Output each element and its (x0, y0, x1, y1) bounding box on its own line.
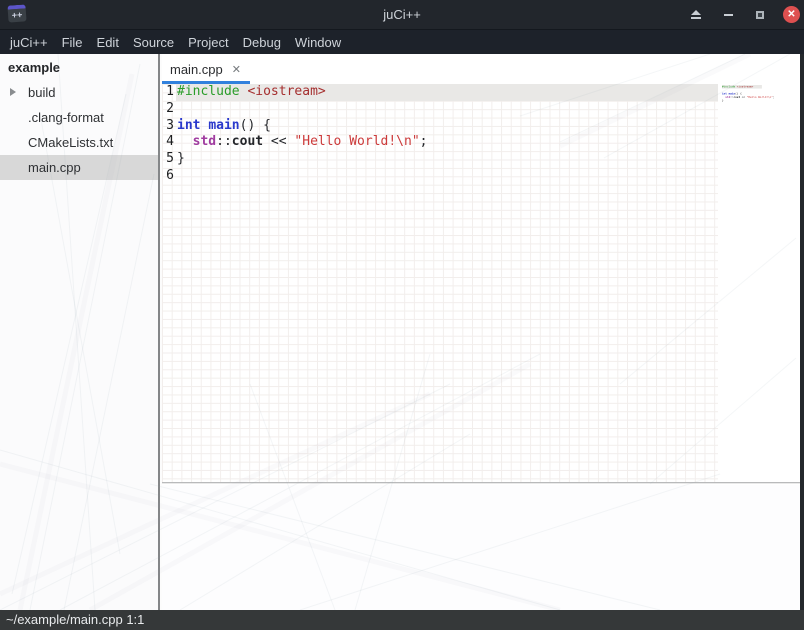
menubar: juCi++FileEditSourceProjectDebugWindow (0, 29, 804, 54)
line-number: 5 (162, 151, 174, 168)
file-tree-panel: example build .clang-format CMakeLists.txt… (0, 54, 160, 610)
code-line-1[interactable]: 1#include <iostream> (162, 84, 718, 101)
tree-item-label: CMakeLists.txt (28, 135, 113, 150)
tab-bar: main.cpp ✕ (162, 54, 804, 84)
tab-label: main.cpp (170, 62, 223, 77)
menu-edit[interactable]: Edit (90, 30, 126, 55)
line-number: 6 (162, 168, 174, 185)
menu-file[interactable]: File (55, 30, 90, 55)
line-number: 4 (162, 134, 174, 151)
tree-item-label: .clang-format (28, 110, 104, 125)
sidebar-item-main-cpp[interactable]: main.cpp (0, 155, 158, 180)
content-area: example build .clang-format CMakeLists.txt… (0, 54, 804, 610)
restore-button[interactable] (751, 6, 769, 24)
menu-project[interactable]: Project (181, 30, 235, 55)
sidebar-item-build[interactable]: build (0, 80, 158, 105)
sidebar-item-cmakelists-txt[interactable]: CMakeLists.txt (0, 130, 158, 155)
code-line-4: std::cout << "Hello World!\n"; (722, 96, 762, 100)
code-line-5[interactable]: 5} (162, 151, 718, 168)
statusbar: ~/example/main.cpp 1:1 (0, 610, 804, 630)
line-number: 2 (162, 101, 174, 118)
main-pane: main.cpp ✕ 1#include <iostream>23int mai… (162, 54, 804, 610)
tab-main-cpp[interactable]: main.cpp ✕ (162, 54, 251, 84)
minimap[interactable]: #include <iostream>int main() { std::cou… (722, 85, 802, 245)
minimap-code: #include <iostream>int main() { std::cou… (722, 85, 762, 106)
tree-root-folder[interactable]: example (0, 55, 158, 80)
tab-close-icon[interactable]: ✕ (232, 63, 241, 76)
window-controls: ✕ (687, 0, 800, 29)
app-icon: ++ (7, 4, 26, 22)
code-text: std::cout << "Hello World!\n"; (722, 96, 775, 99)
menu-window[interactable]: Window (288, 30, 348, 55)
code-text: #include <iostream> (177, 84, 326, 99)
tree-item-label: main.cpp (28, 160, 81, 175)
minimize-button[interactable] (719, 6, 737, 24)
code-view[interactable]: 1#include <iostream>23int main() {4 std:… (162, 84, 718, 185)
code-line-6 (722, 103, 762, 107)
menu-juci[interactable]: juCi++ (3, 30, 55, 55)
code-text: #include <iostream> (722, 85, 753, 88)
output-pane[interactable] (162, 485, 804, 610)
code-line-4[interactable]: 4 std::cout << "Hello World!\n"; (162, 134, 718, 151)
expander-icon[interactable] (10, 88, 16, 96)
close-icon: ✕ (787, 9, 795, 20)
eject-icon-bar (691, 17, 701, 19)
tree-items: build .clang-format CMakeLists.txt main.cpp (0, 80, 158, 180)
code-line-2[interactable]: 2 (162, 101, 718, 118)
window-title: juCi++ (0, 7, 804, 22)
statusbar-path-position: ~/example/main.cpp 1:1 (6, 612, 144, 627)
code-line-3[interactable]: 3int main() { (162, 118, 718, 135)
close-button[interactable]: ✕ (783, 6, 800, 23)
titlebar: ++ juCi++ ✕ (0, 0, 804, 29)
tree-item-label: build (28, 85, 55, 100)
minimize-icon (724, 14, 733, 16)
juci-window: ++ juCi++ ✕ juCi++FileEditSourceProjectD… (0, 0, 804, 630)
code-line-6[interactable]: 6 (162, 168, 718, 185)
shade-button[interactable] (687, 6, 705, 24)
pane-splitter[interactable] (162, 482, 804, 484)
source-editor[interactable]: 1#include <iostream>23int main() {4 std:… (162, 84, 804, 482)
menu-source[interactable]: Source (126, 30, 181, 55)
line-number: 3 (162, 118, 174, 135)
line-number: 1 (162, 84, 174, 101)
code-text: int main() { (177, 118, 271, 133)
code-text: std::cout << "Hello World!\n"; (177, 134, 427, 149)
eject-icon (691, 10, 701, 15)
code-text: } (722, 99, 724, 102)
sidebar-item-clang-format[interactable]: .clang-format (0, 105, 158, 130)
restore-icon (756, 11, 764, 19)
vertical-scrollbar[interactable] (800, 54, 804, 610)
menu-debug[interactable]: Debug (236, 30, 288, 55)
code-text: } (177, 151, 185, 166)
